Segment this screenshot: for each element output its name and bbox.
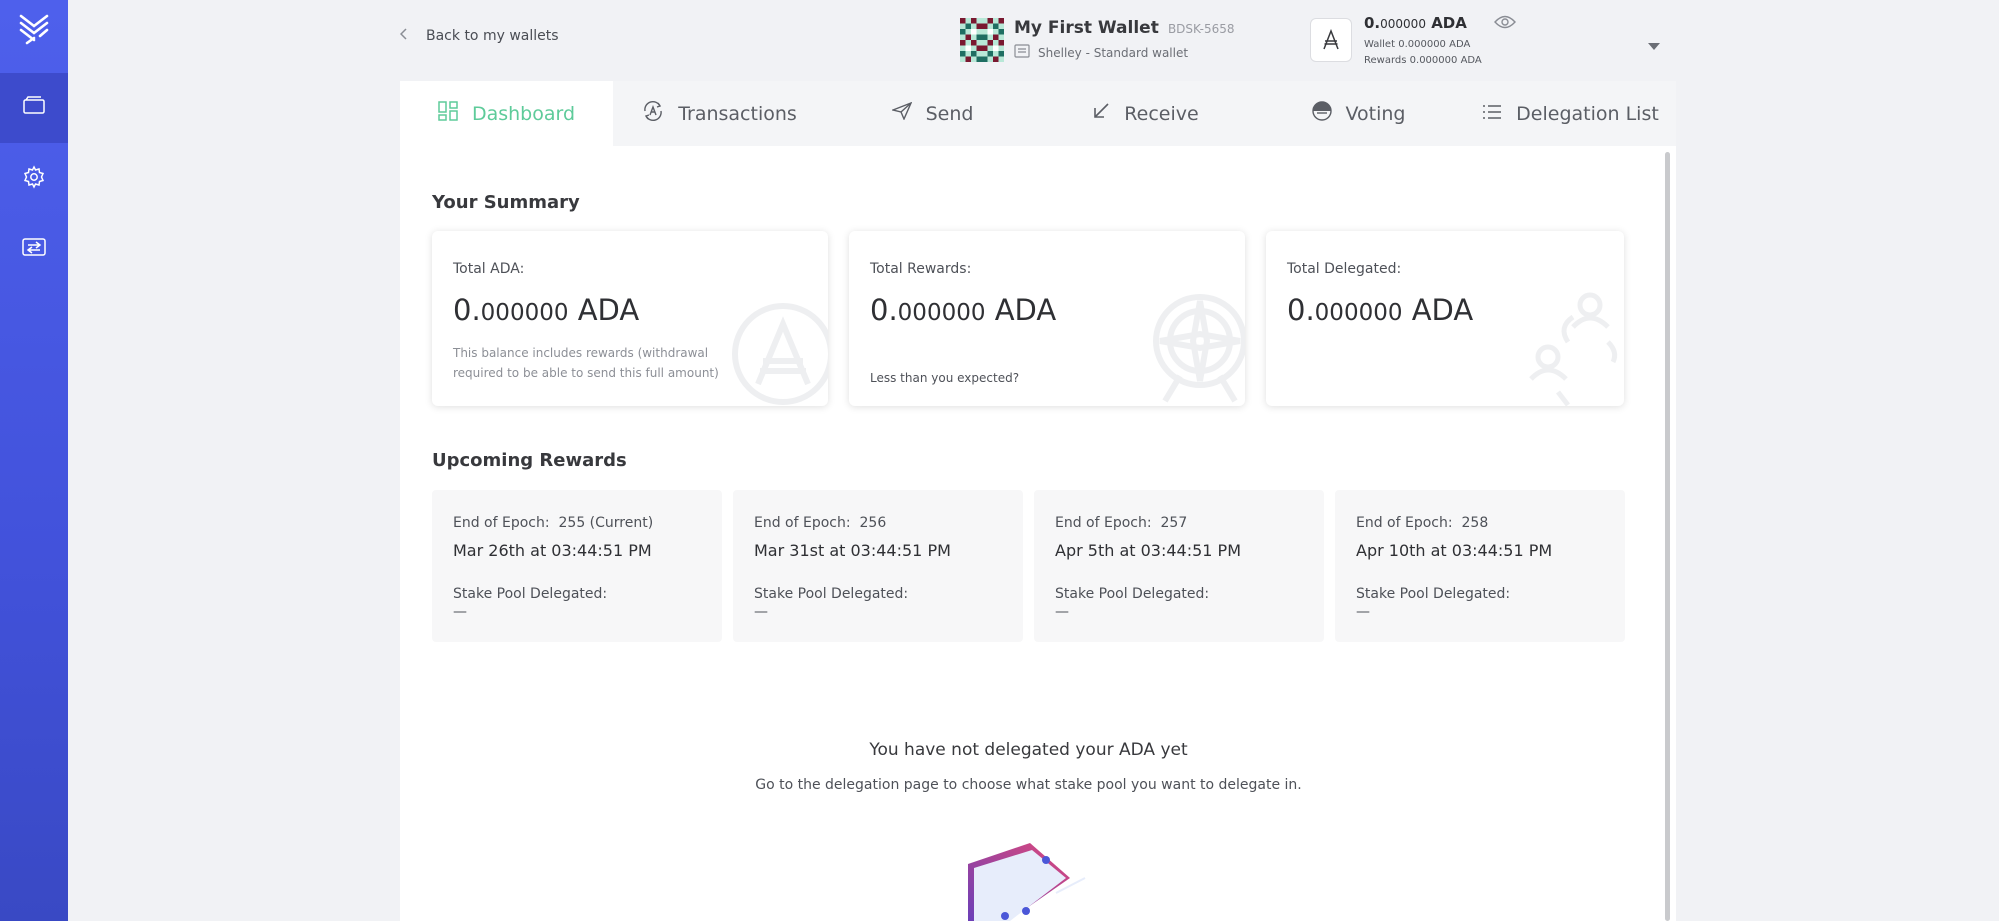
sidebar <box>0 0 68 921</box>
tab-label: Receive <box>1124 102 1199 125</box>
ada-currency-icon <box>1310 18 1352 62</box>
card-note: This balance includes rewards (withdrawa… <box>453 346 719 380</box>
epoch-card: End of Epoch: 258 Apr 10th at 03:44:51 P… <box>1335 490 1625 642</box>
rewards-help-link[interactable]: Less than you expected? <box>870 371 1019 385</box>
no-delegation-title: You have not delegated your ADA yet <box>869 740 1188 760</box>
epoch-date: Apr 5th at 03:44:51 PM <box>1055 541 1242 560</box>
stake-pool-label: Stake Pool Delegated: <box>453 586 608 602</box>
wallet-checksum: BDSK-5658 <box>1167 22 1235 36</box>
balance-decimal: 000000 <box>1380 17 1426 31</box>
total-rewards-card: Total Rewards: 0.000000 ADA Less than yo… <box>849 231 1245 406</box>
tab-send[interactable]: Send <box>826 81 1039 146</box>
card-label: Total ADA: <box>453 261 525 277</box>
tab-label: Delegation List <box>1516 102 1659 125</box>
total-ada-card: Total ADA: 0.000000 ADA This balance inc… <box>432 231 828 406</box>
eye-icon[interactable] <box>1494 14 1516 34</box>
wallet-header: My First Wallet BDSK-5658 Shelley - Stan… <box>960 18 1235 66</box>
card-label: Total Rewards: <box>870 261 972 277</box>
stake-pool-label: Stake Pool Delegated: <box>754 586 909 602</box>
sidebar-item-settings[interactable] <box>0 144 68 214</box>
transfer-icon <box>21 236 47 262</box>
wallet-avatar <box>960 18 1004 66</box>
epoch-row: End of Epoch: 258 <box>1356 515 1489 531</box>
ada-coin-icon <box>728 299 828 406</box>
wallet-balance-row: Wallet 0.000000 ADA <box>1364 39 1471 50</box>
epoch-row: End of Epoch: 256 <box>754 515 887 531</box>
wallet-name: My First Wallet <box>1014 18 1159 38</box>
epoch-row: End of Epoch: 255 (Current) <box>453 515 654 531</box>
epoch-card: End of Epoch: 255 (Current) Mar 26th at … <box>432 490 722 642</box>
epoch-date: Mar 26th at 03:44:51 PM <box>453 541 652 560</box>
compass-icon <box>1145 291 1245 406</box>
rewards-balance-row: Rewards 0.000000 ADA <box>1364 55 1482 66</box>
wallet-balance: 0.000000 ADA Wallet 0.000000 ADA Rewards… <box>1364 14 1482 69</box>
stake-pool-value: — <box>1055 604 1069 620</box>
total-delegated-card: Total Delegated: 0.000000 ADA <box>1266 231 1624 406</box>
card-value: 0.000000 ADA <box>870 293 1057 327</box>
stake-pool-value: — <box>754 604 768 620</box>
send-icon <box>890 101 912 125</box>
tab-delegation-list[interactable]: Delegation List <box>1465 81 1676 146</box>
upcoming-rewards-title: Upcoming Rewards <box>432 450 627 471</box>
tab-voting[interactable]: Voting <box>1252 81 1465 146</box>
stake-pool-value: — <box>453 604 467 620</box>
stake-pool-label: Stake Pool Delegated: <box>1356 586 1511 602</box>
card-value: 0.000000 ADA <box>453 293 640 327</box>
tab-label: Dashboard <box>471 102 576 125</box>
back-label: Back to my wallets <box>426 28 559 44</box>
gear-icon <box>22 165 46 193</box>
sidebar-item-wallets[interactable] <box>0 73 68 143</box>
wallet-icon <box>22 96 46 120</box>
epoch-card: End of Epoch: 257 Apr 5th at 03:44:51 PM… <box>1034 490 1324 642</box>
delegation-people-icon <box>1528 287 1624 406</box>
tab-dashboard[interactable]: Dashboard <box>400 81 613 146</box>
epoch-date: Mar 31st at 03:44:51 PM <box>754 541 951 560</box>
dashboard-icon <box>438 101 458 126</box>
back-to-wallets-link[interactable]: Back to my wallets <box>399 28 559 44</box>
card-label: Total Delegated: <box>1287 261 1402 277</box>
chevron-left-icon <box>399 28 408 44</box>
wallet-type-icon <box>1014 44 1030 61</box>
tab-transactions[interactable]: Transactions <box>613 81 826 146</box>
list-icon <box>1482 103 1502 125</box>
transactions-icon <box>642 100 664 127</box>
wallet-tabs: Dashboard Transactions Send Receive Voti… <box>400 81 1676 146</box>
tab-label: Transactions <box>678 102 797 125</box>
epoch-card: End of Epoch: 256 Mar 31st at 03:44:51 P… <box>733 490 1023 642</box>
stake-pool-label: Stake Pool Delegated: <box>1055 586 1210 602</box>
receive-icon <box>1092 102 1110 125</box>
card-value: 0.000000 ADA <box>1287 293 1474 327</box>
voting-icon <box>1311 101 1332 126</box>
scrollbar[interactable] <box>1665 152 1670 921</box>
balance-unit: ADA <box>1431 14 1467 32</box>
tab-receive[interactable]: Receive <box>1039 81 1252 146</box>
delegation-illustration <box>960 838 1100 921</box>
summary-title: Your Summary <box>432 192 580 213</box>
epoch-row: End of Epoch: 257 <box>1055 515 1188 531</box>
yoroi-logo-icon[interactable] <box>0 0 68 58</box>
no-delegation-text: Go to the delegation page to choose what… <box>755 777 1302 793</box>
tab-label: Voting <box>1345 102 1406 125</box>
sidebar-item-transfer[interactable] <box>0 214 68 284</box>
tab-label: Send <box>925 102 974 125</box>
epoch-date: Apr 10th at 03:44:51 PM <box>1356 541 1553 560</box>
balance-integer: 0. <box>1364 14 1381 32</box>
stake-pool-value: — <box>1356 604 1370 620</box>
chevron-down-icon[interactable] <box>1648 36 1660 55</box>
wallet-type: Shelley - Standard wallet <box>1038 45 1189 60</box>
